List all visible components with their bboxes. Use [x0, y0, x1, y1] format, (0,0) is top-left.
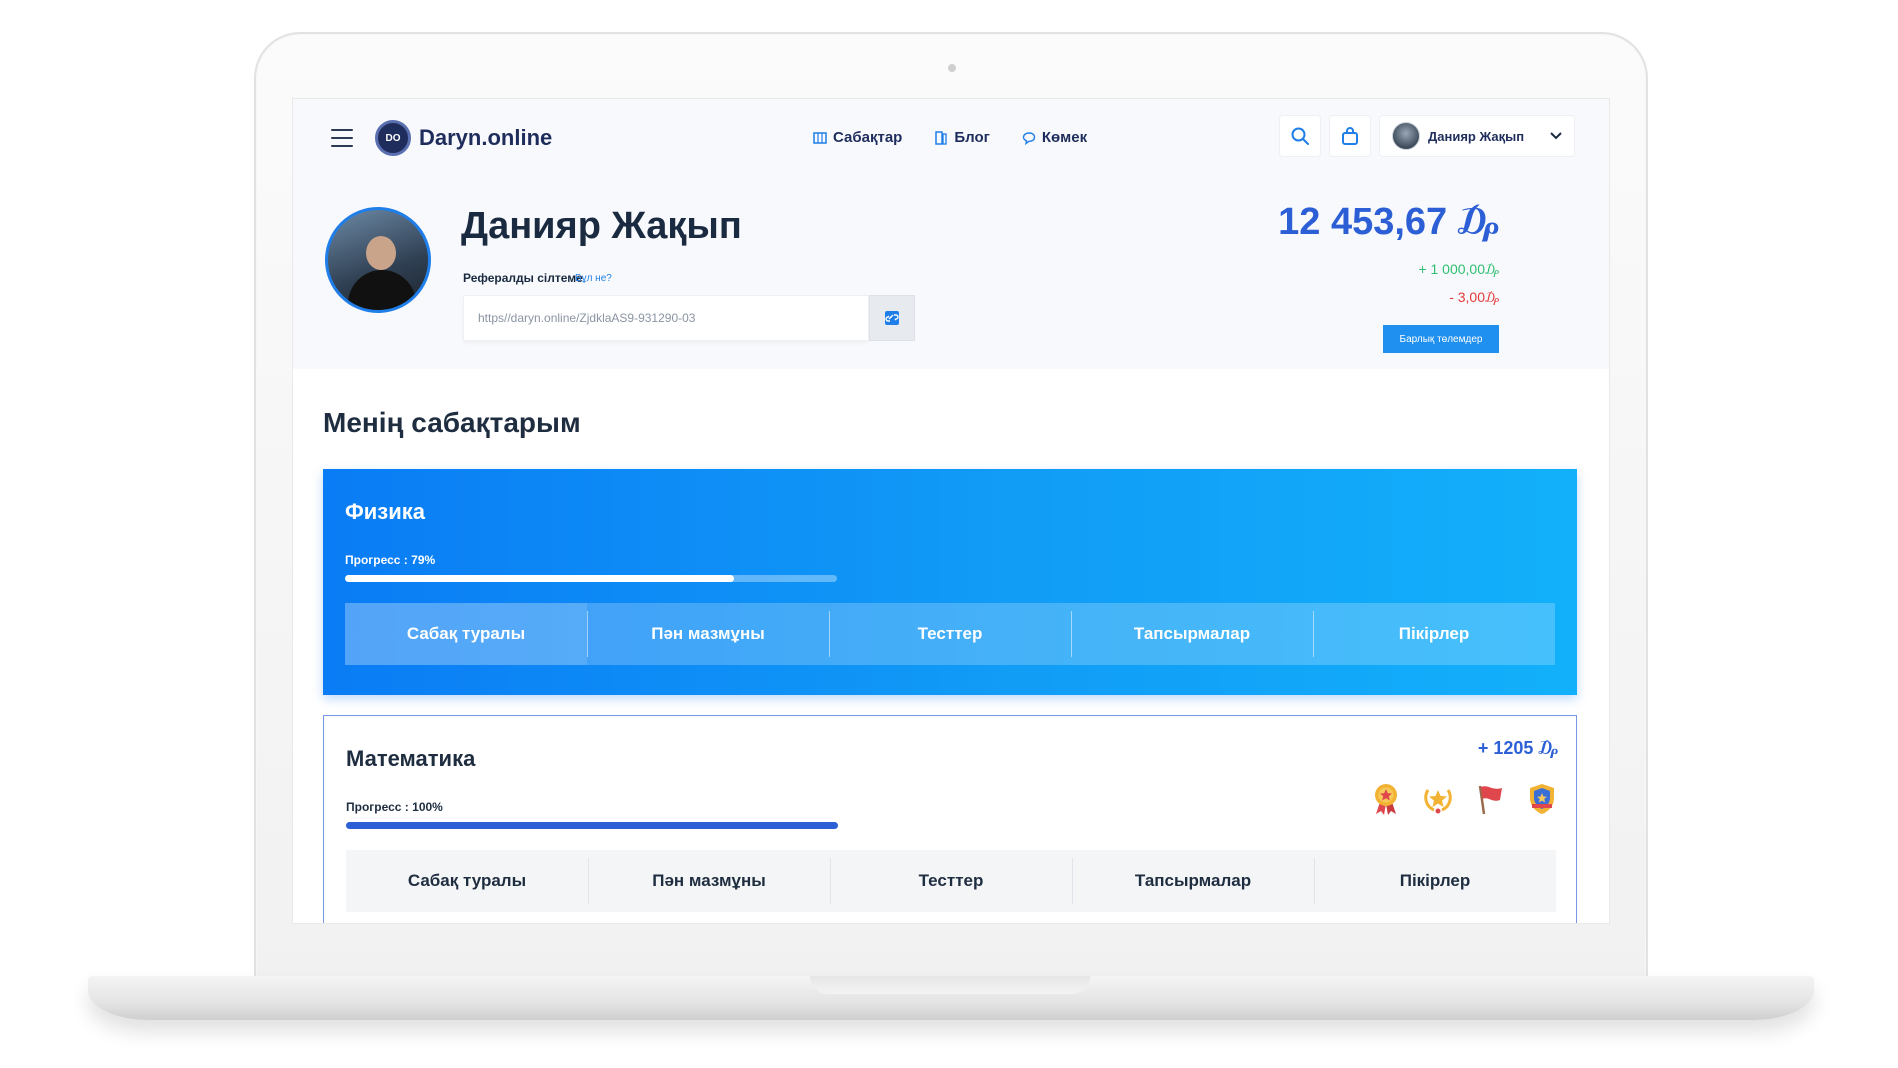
course-title: Математика — [346, 746, 476, 771]
copy-link-icon — [885, 311, 899, 325]
course-tabs: Сабақ туралы Пән мазмұны Тесттер Тапсырм… — [345, 603, 1555, 665]
nav-link-label: Блог — [954, 129, 990, 146]
tab-assignments[interactable]: Тапсырмалар — [1071, 603, 1313, 665]
brand-name: Daryn.online — [419, 125, 553, 150]
section-title: Менің сабақтарым — [323, 407, 581, 438]
profile-avatar — [325, 207, 431, 313]
flag-icon — [1478, 785, 1502, 815]
shield-badge-icon — [1530, 784, 1554, 814]
cart-button[interactable] — [1329, 115, 1371, 157]
nav-links: Сабақтар Блог Көмек — [813, 129, 1087, 146]
achievement-badges — [1370, 782, 1558, 816]
course-card-math: Математика + 1205 ₯ Прогресс : 100% Саба… — [323, 715, 1577, 923]
camera-icon — [948, 64, 956, 72]
nav-link-lessons[interactable]: Сабақтар — [813, 129, 902, 146]
nav-link-help[interactable]: Көмек — [1022, 129, 1087, 146]
laptop-notch — [810, 976, 1090, 994]
tab-about[interactable]: Сабақ туралы — [346, 850, 588, 912]
book-icon — [813, 131, 827, 144]
profile-name: Данияр Жақып — [461, 205, 742, 247]
referral-link-field[interactable] — [463, 295, 869, 341]
tab-tests[interactable]: Тесттер — [829, 603, 1071, 665]
chevron-down-icon — [1550, 132, 1562, 140]
search-icon — [1291, 127, 1309, 145]
expense-amount: - 3,00₯ — [1449, 289, 1499, 305]
tab-about[interactable]: Сабақ туралы — [345, 603, 587, 665]
income-amount: + 1 000,00₯ — [1418, 261, 1499, 277]
progress-label: Прогресс : 79% — [345, 553, 436, 567]
medal-icon — [1375, 784, 1397, 815]
chat-icon — [1022, 131, 1036, 145]
logo-icon: DO — [375, 120, 411, 156]
progress-fill — [345, 575, 734, 582]
top-navbar: DO Daryn.online Сабақтар Блог Көмек Дани… — [293, 99, 1609, 179]
course-tabs: Сабақ туралы Пән мазмұны Тесттер Тапсырм… — [346, 850, 1556, 912]
user-menu[interactable]: Данияр Жақып — [1379, 115, 1575, 157]
nav-link-label: Көмек — [1041, 129, 1088, 146]
progress-bar — [346, 822, 838, 829]
shopping-bag-icon — [1342, 127, 1358, 145]
progress-fill — [346, 822, 838, 829]
lessons-section: Менің сабақтарым Физика Прогресс : 79% С… — [293, 369, 1609, 923]
nav-link-label: Сабақтар — [833, 129, 903, 146]
progress-bar — [345, 575, 837, 582]
avatar — [1392, 122, 1420, 150]
progress-label: Прогресс : 100% — [346, 800, 443, 814]
tab-assignments[interactable]: Тапсырмалар — [1072, 850, 1314, 912]
tab-reviews[interactable]: Пікірлер — [1313, 603, 1555, 665]
course-card-physics: Физика Прогресс : 79% Сабақ туралы Пән м… — [323, 469, 1577, 695]
bonus-amount: + 1205 ₯ — [1477, 738, 1558, 758]
copy-link-button[interactable] — [869, 295, 915, 341]
blog-icon — [935, 130, 947, 145]
referral-label: Рефералды сілтеме — [463, 271, 583, 285]
tab-reviews[interactable]: Пікірлер — [1314, 850, 1556, 912]
all-payments-button[interactable]: Барлық төлемдер — [1383, 325, 1499, 353]
menu-icon[interactable] — [331, 129, 353, 147]
user-name: Данияр Жақып — [1428, 128, 1525, 144]
course-title: Физика — [345, 499, 426, 524]
balance-amount: 12 453,67 ₯ — [1278, 201, 1499, 243]
search-button[interactable] — [1279, 115, 1321, 157]
app-screen: DO Daryn.online Сабақтар Блог Көмек Дани… — [292, 98, 1610, 924]
brand-logo[interactable]: DO Daryn.online — [375, 120, 552, 156]
tab-content[interactable]: Пән мазмұны — [587, 603, 829, 665]
referral-help-link[interactable]: Бұл не? — [575, 273, 612, 284]
laurel-star-icon — [1424, 789, 1452, 814]
tab-content[interactable]: Пән мазмұны — [588, 850, 830, 912]
tab-tests[interactable]: Тесттер — [830, 850, 1072, 912]
nav-link-blog[interactable]: Блог — [934, 129, 990, 146]
